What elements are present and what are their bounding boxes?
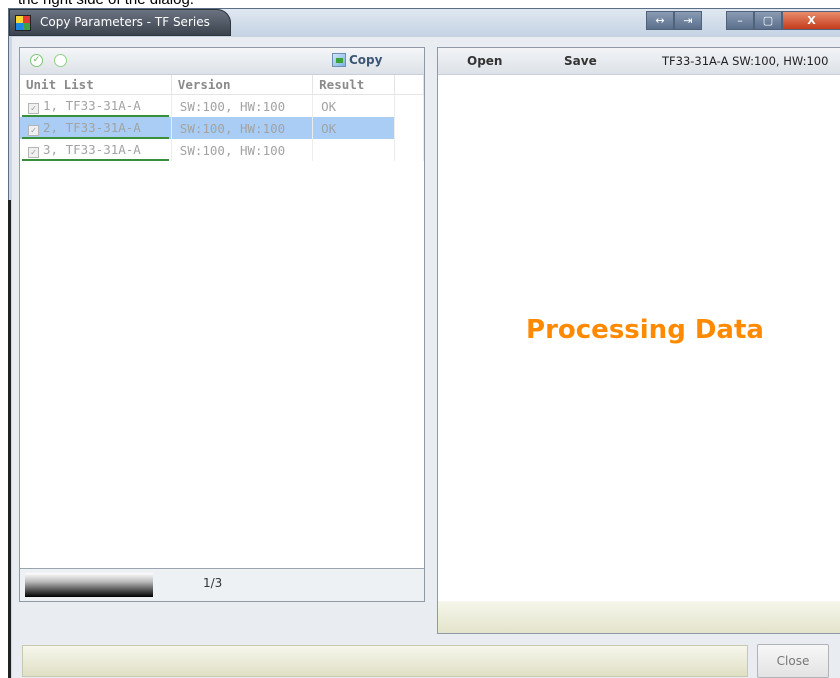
result-cell: OK bbox=[312, 117, 396, 139]
unit-name: 3, TF33-31A-A bbox=[43, 142, 141, 157]
version-cell: SW:100, HW:100 bbox=[171, 117, 314, 139]
close-window-button[interactable]: X bbox=[782, 11, 840, 30]
table-row[interactable]: ✓ 1, TF33-31A-A SW:100, HW:100 OK bbox=[20, 94, 424, 117]
filler-cell bbox=[394, 94, 424, 117]
version-cell: SW:100, HW:100 bbox=[171, 94, 314, 117]
minimize-button[interactable]: – bbox=[726, 11, 754, 30]
progress-bar bbox=[25, 573, 153, 597]
result-cell: OK bbox=[312, 94, 396, 117]
column-header-result[interactable]: Result bbox=[312, 75, 396, 95]
close-button[interactable]: Close bbox=[757, 644, 829, 678]
filler-cell bbox=[394, 139, 424, 161]
unit-cell: ✓ 3, TF33-31A-A bbox=[20, 139, 172, 161]
title-tab: Copy Parameters - TF Series bbox=[9, 9, 231, 36]
app-icon bbox=[15, 15, 31, 31]
device-info: TF33-31A-A SW:100, HW:100 bbox=[662, 54, 829, 68]
filler-cell bbox=[394, 117, 424, 139]
dialog-status-bar bbox=[22, 645, 748, 677]
copy-button[interactable]: Copy bbox=[332, 50, 382, 70]
table-row[interactable]: ✓ 3, TF33-31A-A SW:100, HW:100 bbox=[20, 139, 424, 161]
save-button[interactable]: Save bbox=[564, 54, 597, 68]
unit-list-toolbar: ✓ Copy bbox=[20, 48, 424, 75]
restore-layout-icon[interactable]: ↔ bbox=[646, 11, 674, 30]
column-header-filler bbox=[394, 75, 424, 95]
unit-list-panel: ✓ Copy Unit List Version Result ✓ 1, TF3… bbox=[19, 47, 425, 602]
unit-cell: ✓ 2, TF33-31A-A bbox=[20, 117, 172, 139]
copy-icon bbox=[332, 53, 346, 67]
unit-underline bbox=[22, 159, 169, 161]
copy-parameters-window: Copy Parameters - TF Series ↔ ⇥ – ▢ X ✓ … bbox=[8, 8, 840, 678]
dialog-client-area: ✓ Copy Unit List Version Result ✓ 1, TF3… bbox=[12, 37, 840, 678]
table-row[interactable]: ✓ 2, TF33-31A-A SW:100, HW:100 OK bbox=[20, 117, 424, 139]
detach-icon[interactable]: ⇥ bbox=[674, 11, 702, 30]
row-checkbox[interactable]: ✓ bbox=[28, 103, 39, 114]
row-checkbox[interactable]: ✓ bbox=[28, 125, 39, 136]
select-all-check-icon[interactable]: ✓ bbox=[30, 54, 43, 67]
unit-list-status-bar: 1/3 bbox=[20, 568, 424, 601]
copy-button-label: Copy bbox=[349, 53, 383, 67]
window-title: Copy Parameters - TF Series bbox=[40, 15, 210, 29]
page-indicator: 1/3 bbox=[203, 576, 223, 590]
column-header-unit-list[interactable]: Unit List bbox=[20, 75, 172, 95]
window-left-edge bbox=[8, 200, 11, 678]
maximize-button[interactable]: ▢ bbox=[754, 11, 782, 30]
unit-cell: ✓ 1, TF33-31A-A bbox=[20, 94, 172, 117]
open-button[interactable]: Open bbox=[467, 54, 502, 68]
row-checkbox[interactable]: ✓ bbox=[28, 147, 39, 158]
parameter-data-panel: Open Save TF33-31A-A SW:100, HW:100 Proc… bbox=[437, 47, 840, 634]
column-header-version[interactable]: Version bbox=[171, 75, 314, 95]
result-cell bbox=[312, 139, 396, 161]
document-caption-fragment: the right side of the dialog. bbox=[18, 0, 194, 8]
processing-data-text: Processing Data bbox=[526, 315, 764, 345]
unit-list-table: Unit List Version Result ✓ 1, TF33-31A-A … bbox=[20, 75, 424, 161]
deselect-all-circle-icon[interactable] bbox=[54, 54, 67, 67]
title-bar[interactable]: Copy Parameters - TF Series ↔ ⇥ – ▢ X bbox=[9, 9, 840, 37]
unit-name: 1, TF33-31A-A bbox=[43, 98, 141, 113]
parameter-toolbar: Open Save TF33-31A-A SW:100, HW:100 bbox=[438, 48, 840, 75]
version-cell: SW:100, HW:100 bbox=[171, 139, 314, 161]
parameter-status-bar bbox=[438, 601, 840, 633]
unit-name: 2, TF33-31A-A bbox=[43, 120, 141, 135]
